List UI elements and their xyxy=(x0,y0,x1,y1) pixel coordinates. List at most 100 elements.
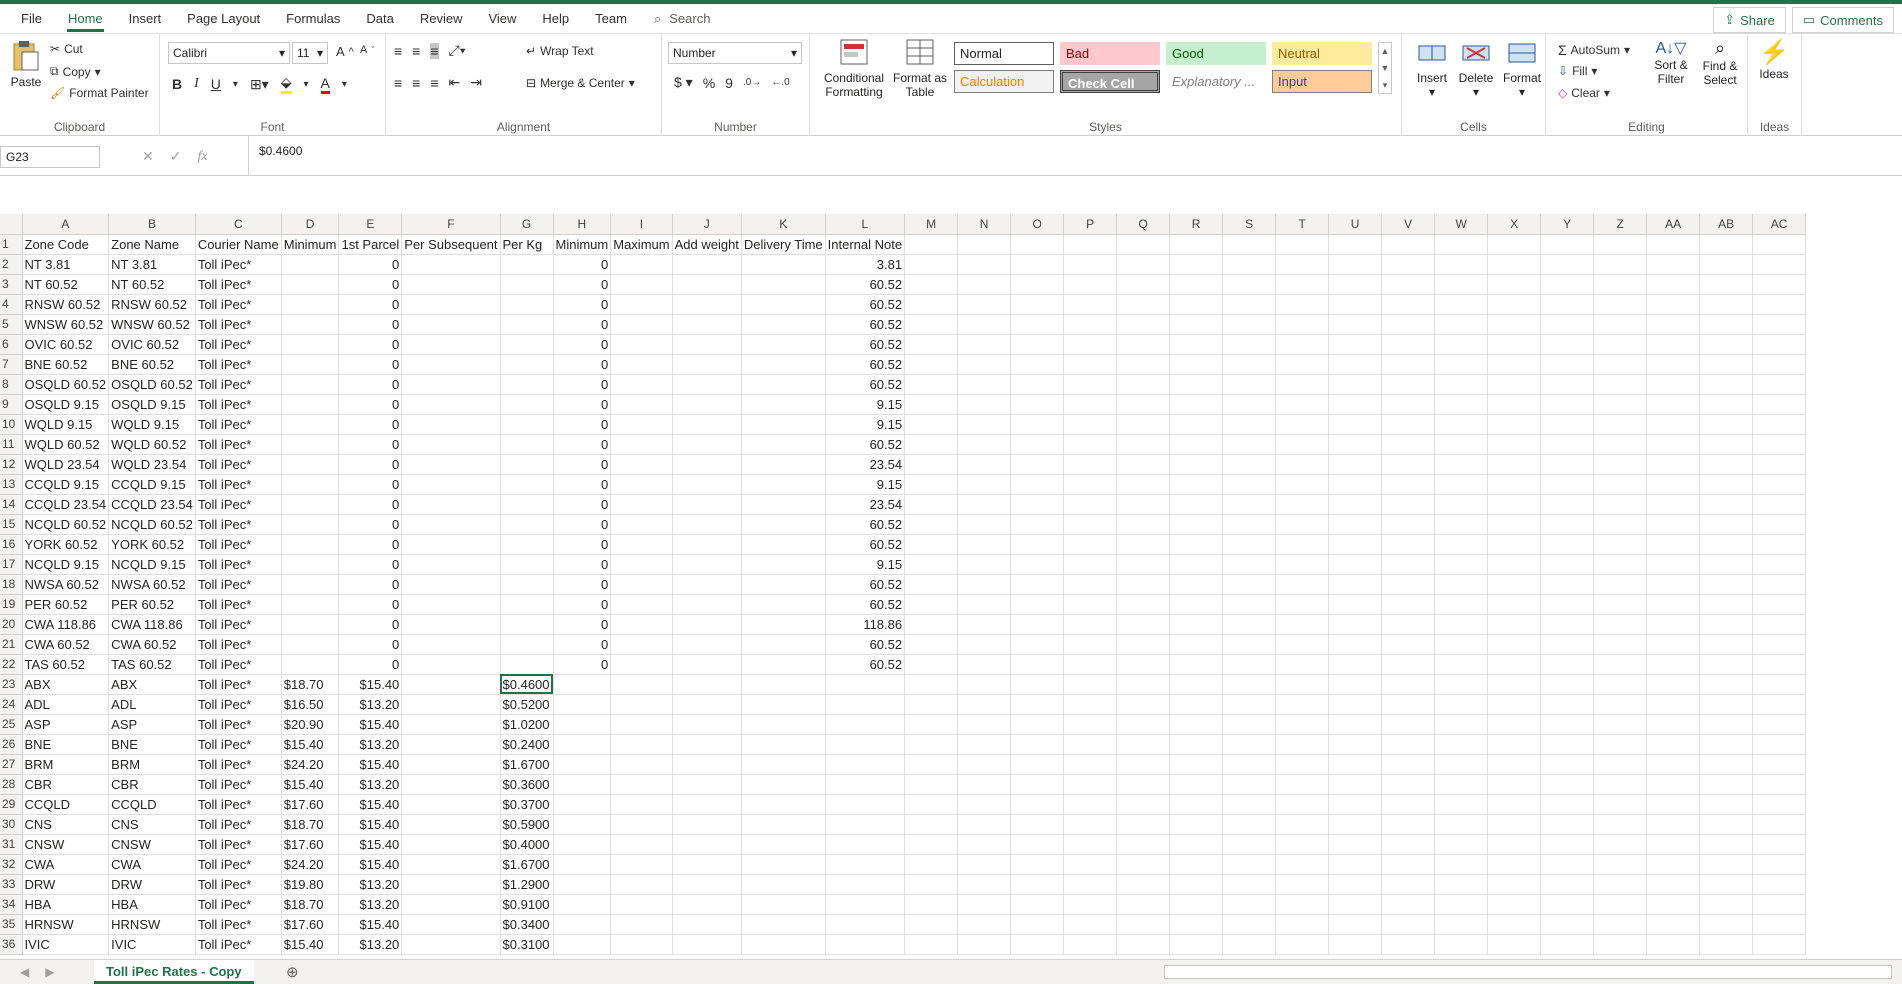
worksheet-grid[interactable]: A B C D E F G H I J K L M N O P Q R S T U V W X Y Z AA AB AC 1 Zone Co… xyxy=(0,214,1902,959)
cell[interactable] xyxy=(1010,774,1065,795)
cell[interactable] xyxy=(1699,694,1754,715)
cell[interactable] xyxy=(1169,434,1224,455)
cell[interactable] xyxy=(825,674,906,695)
cell[interactable] xyxy=(904,394,959,415)
cell[interactable] xyxy=(1540,554,1595,575)
cell[interactable] xyxy=(1328,774,1383,795)
row-header[interactable]: 26 xyxy=(0,734,23,755)
cell[interactable]: ASP xyxy=(108,714,196,735)
cell[interactable] xyxy=(1699,654,1754,675)
cell[interactable] xyxy=(1434,934,1489,955)
cell[interactable]: 0 xyxy=(338,314,403,335)
cell[interactable] xyxy=(281,634,340,655)
cell[interactable] xyxy=(1752,934,1807,955)
cell[interactable]: BNE 60.52 xyxy=(108,354,196,375)
cell[interactable] xyxy=(1381,694,1436,715)
conditional-formatting-button[interactable]: Conditional Formatting xyxy=(818,38,890,99)
column-header[interactable]: O xyxy=(1010,214,1065,235)
cell[interactable] xyxy=(1381,254,1436,275)
cell[interactable]: Zone Name xyxy=(108,234,196,255)
cell[interactable] xyxy=(610,314,673,335)
cell[interactable] xyxy=(1222,374,1277,395)
cell[interactable] xyxy=(1010,894,1065,915)
cell[interactable] xyxy=(1222,934,1277,955)
row-header[interactable]: 5 xyxy=(0,314,23,335)
cell[interactable]: BRM xyxy=(22,754,110,775)
cell[interactable] xyxy=(401,614,501,635)
cell[interactable] xyxy=(1434,574,1489,595)
cell[interactable]: 60.52 xyxy=(825,654,906,675)
cell[interactable] xyxy=(401,434,501,455)
cell[interactable] xyxy=(1646,794,1701,815)
cell[interactable] xyxy=(401,514,501,535)
cell[interactable] xyxy=(553,734,612,755)
format-as-table-button[interactable]: Format as Table xyxy=(890,38,950,99)
cell[interactable] xyxy=(904,374,959,395)
column-header[interactable]: M xyxy=(904,214,959,235)
cell[interactable] xyxy=(401,854,501,875)
insert-cells-button[interactable]: Insert ▾ xyxy=(1412,38,1452,99)
cell[interactable] xyxy=(1169,534,1224,555)
cell[interactable] xyxy=(957,234,1012,255)
cell[interactable] xyxy=(1222,774,1277,795)
cell[interactable] xyxy=(1434,754,1489,775)
cell[interactable]: WQLD 9.15 xyxy=(22,414,110,435)
cell[interactable] xyxy=(1169,554,1224,575)
cell[interactable] xyxy=(741,534,826,555)
cell[interactable] xyxy=(1222,614,1277,635)
cell[interactable]: Toll iPec* xyxy=(195,354,282,375)
cell[interactable] xyxy=(825,794,906,815)
cell[interactable] xyxy=(1169,474,1224,495)
cell[interactable] xyxy=(672,394,742,415)
cell[interactable] xyxy=(401,894,501,915)
cell[interactable]: 0 xyxy=(553,594,612,615)
cell[interactable] xyxy=(401,414,501,435)
cell[interactable] xyxy=(1116,574,1171,595)
cell[interactable] xyxy=(1381,554,1436,575)
cell[interactable] xyxy=(281,474,340,495)
grow-font-button[interactable]: A ^ xyxy=(336,44,354,59)
cell[interactable] xyxy=(1010,514,1065,535)
cell[interactable]: WQLD 60.52 xyxy=(108,434,196,455)
spreadsheet-table[interactable]: A B C D E F G H I J K L M N O P Q R S T U V W X Y Z AA AB AC 1 Zone Co… xyxy=(0,214,1807,955)
cell[interactable] xyxy=(1434,454,1489,475)
cell[interactable] xyxy=(1063,414,1118,435)
cell[interactable] xyxy=(401,754,501,775)
column-header[interactable]: I xyxy=(610,214,673,235)
cell[interactable] xyxy=(610,254,673,275)
cell[interactable] xyxy=(1593,754,1648,775)
cell[interactable] xyxy=(1381,834,1436,855)
styles-scroll[interactable]: ▲ ▼ ▾ xyxy=(1378,42,1392,94)
align-center-icon[interactable]: ≡ xyxy=(412,75,420,91)
cell[interactable] xyxy=(401,494,501,515)
cell[interactable] xyxy=(1752,654,1807,675)
cell[interactable] xyxy=(1063,494,1118,515)
cell[interactable] xyxy=(741,734,826,755)
cell[interactable] xyxy=(1752,794,1807,815)
cell[interactable] xyxy=(1063,594,1118,615)
column-header[interactable]: S xyxy=(1222,214,1277,235)
cell[interactable] xyxy=(401,794,501,815)
cell[interactable]: Delivery Time xyxy=(741,234,826,255)
cell[interactable] xyxy=(1063,734,1118,755)
cell[interactable] xyxy=(672,914,742,935)
cell[interactable] xyxy=(1063,894,1118,915)
cell[interactable] xyxy=(1487,354,1542,375)
cell[interactable] xyxy=(1593,494,1648,515)
border-icon[interactable]: ⊞▾ xyxy=(250,76,269,93)
cell[interactable] xyxy=(1222,494,1277,515)
cell[interactable] xyxy=(1381,874,1436,895)
cell[interactable] xyxy=(1487,694,1542,715)
cell[interactable] xyxy=(1540,534,1595,555)
cell[interactable] xyxy=(1540,774,1595,795)
cell[interactable]: WQLD 60.52 xyxy=(22,434,110,455)
cell[interactable] xyxy=(1381,654,1436,675)
cell[interactable] xyxy=(1699,814,1754,835)
cell[interactable] xyxy=(610,334,673,355)
cell[interactable] xyxy=(1222,474,1277,495)
cell[interactable] xyxy=(741,314,826,335)
cell[interactable] xyxy=(1540,254,1595,275)
cell[interactable] xyxy=(1593,634,1648,655)
cell[interactable]: DRW xyxy=(108,874,196,895)
cell[interactable] xyxy=(957,694,1012,715)
